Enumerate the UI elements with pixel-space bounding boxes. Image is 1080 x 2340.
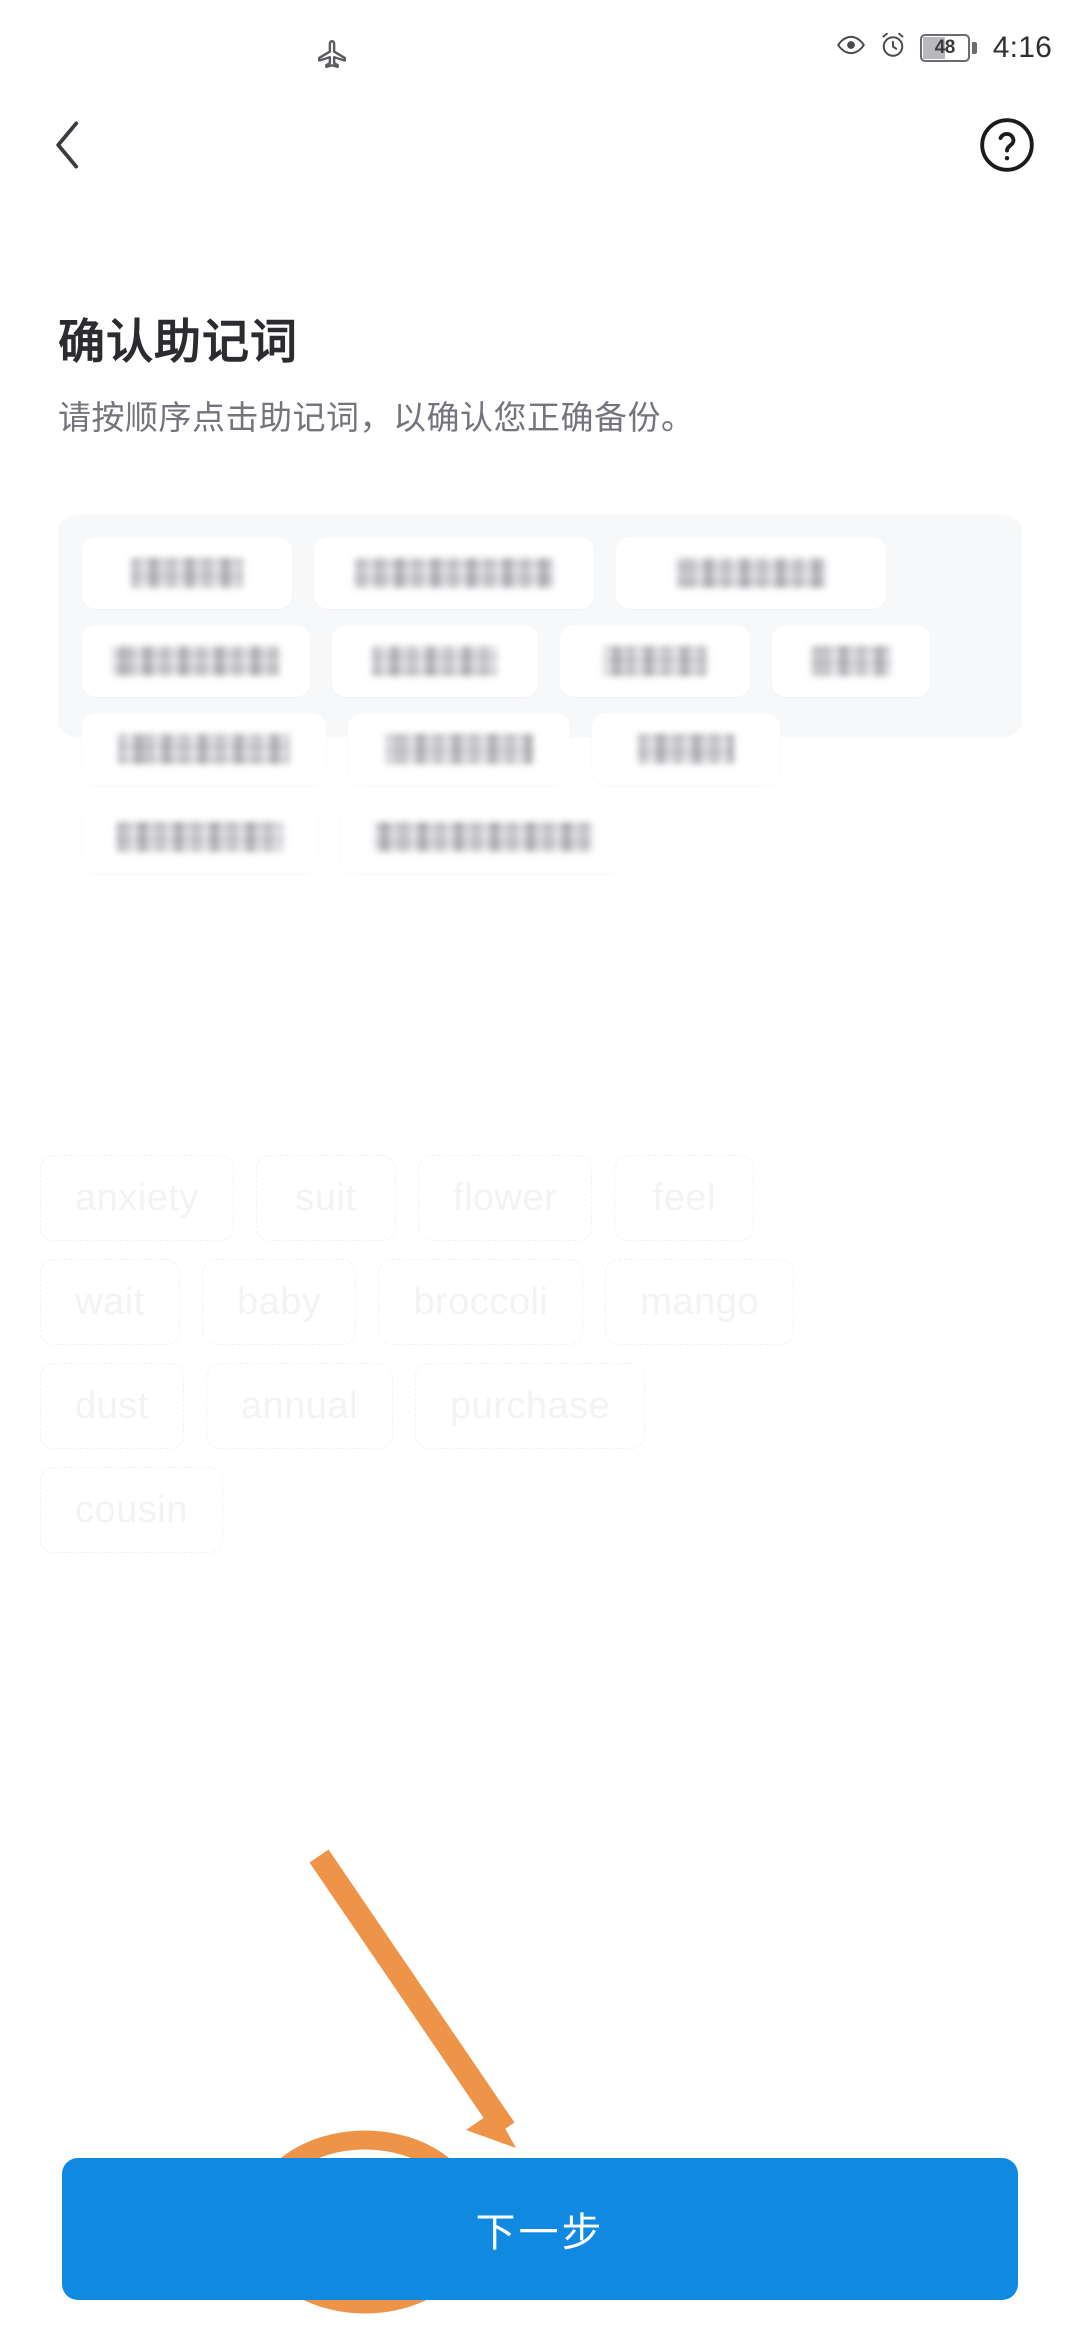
selected-word-chip[interactable] bbox=[82, 625, 310, 697]
selected-word-chip[interactable] bbox=[592, 713, 780, 785]
selected-mnemonic-panel bbox=[58, 515, 1022, 873]
phone-screen: 48 4:16 确认助记词 请按顺序点击助记词，以确认您正确备份。 anxiet… bbox=[0, 0, 1080, 2340]
battery-indicator: 48 bbox=[919, 33, 977, 62]
word-pool-row: wait baby broccoli mango bbox=[40, 1259, 1040, 1345]
mnemonic-word-pool: anxiety suit flower feel wait baby broccoli man… bbox=[40, 1155, 1040, 1571]
status-bar: 48 4:16 bbox=[0, 0, 1080, 92]
obscured-word-text bbox=[676, 558, 826, 588]
selected-chip-row bbox=[82, 625, 998, 697]
word-pool-chip[interactable]: feel bbox=[614, 1155, 755, 1241]
back-chevron-icon bbox=[47, 118, 91, 177]
status-right-cluster: 48 4:16 bbox=[836, 30, 1052, 65]
selected-word-chip[interactable] bbox=[314, 537, 594, 609]
selected-word-chip[interactable] bbox=[82, 713, 326, 785]
obscured-word-text bbox=[117, 822, 283, 852]
word-pool-chip[interactable]: baby bbox=[202, 1259, 357, 1345]
word-pool-row: anxiety suit flower feel bbox=[40, 1155, 1040, 1241]
word-pool-chip[interactable]: wait bbox=[40, 1259, 180, 1345]
battery-level-label: 48 bbox=[934, 37, 956, 58]
page-subtitle: 请按顺序点击助记词，以确认您正确备份。 bbox=[58, 399, 695, 436]
word-pool-chip[interactable]: dust bbox=[40, 1363, 184, 1449]
word-pool-chip[interactable]: anxiety bbox=[40, 1155, 234, 1241]
selected-chip-row bbox=[82, 537, 998, 609]
next-step-label: 下一步 bbox=[475, 2211, 605, 2255]
obscured-word-text bbox=[112, 646, 280, 676]
word-pool-chip[interactable]: broccoli bbox=[378, 1259, 584, 1345]
selected-word-chip[interactable] bbox=[340, 801, 626, 873]
selected-chip-row bbox=[82, 713, 998, 785]
word-pool-chip[interactable]: cousin bbox=[40, 1467, 223, 1553]
obscured-word-text bbox=[354, 558, 554, 588]
selected-word-chip[interactable] bbox=[772, 625, 930, 697]
obscured-word-text bbox=[118, 734, 290, 764]
selected-word-chip[interactable] bbox=[82, 537, 292, 609]
selected-word-chip[interactable] bbox=[348, 713, 570, 785]
alarm-clock-icon bbox=[878, 30, 908, 65]
word-pool-row: cousin bbox=[40, 1467, 1040, 1553]
back-button[interactable] bbox=[26, 104, 112, 190]
selected-chip-row bbox=[82, 801, 998, 873]
selected-word-chip[interactable] bbox=[82, 801, 318, 873]
eye-icon bbox=[836, 30, 866, 65]
obscured-word-text bbox=[131, 558, 243, 588]
word-pool-chip[interactable]: flower bbox=[417, 1155, 593, 1241]
status-clock: 4:16 bbox=[992, 30, 1052, 64]
obscured-word-text bbox=[603, 646, 707, 676]
nav-bar bbox=[0, 92, 1080, 202]
obscured-word-text bbox=[638, 734, 734, 764]
page-title: 确认助记词 bbox=[58, 315, 298, 368]
selected-word-chip[interactable] bbox=[616, 537, 886, 609]
help-question-icon bbox=[976, 114, 1038, 181]
obscured-word-text bbox=[372, 646, 498, 676]
word-pool-chip[interactable]: mango bbox=[605, 1259, 795, 1345]
selected-word-chip[interactable] bbox=[332, 625, 538, 697]
annotation-arrow bbox=[309, 1849, 516, 2148]
word-pool-chip[interactable]: purchase bbox=[414, 1363, 646, 1449]
airplane-mode-icon bbox=[315, 36, 349, 70]
word-pool-row: dust annual purchase bbox=[40, 1363, 1040, 1449]
obscured-word-text bbox=[374, 822, 592, 852]
selected-word-chip[interactable] bbox=[560, 625, 750, 697]
obscured-word-text bbox=[811, 646, 891, 676]
word-pool-chip[interactable]: annual bbox=[205, 1363, 393, 1449]
word-pool-chip[interactable]: suit bbox=[255, 1155, 396, 1241]
help-button[interactable] bbox=[964, 104, 1050, 190]
next-step-button[interactable]: 下一步 bbox=[62, 2158, 1018, 2300]
obscured-word-text bbox=[385, 734, 533, 764]
